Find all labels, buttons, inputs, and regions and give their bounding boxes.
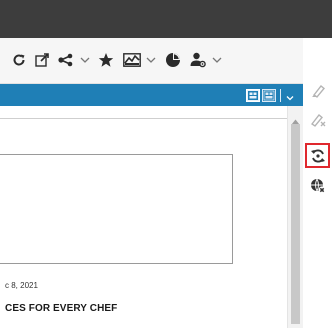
article-headline[interactable]: CES FOR EVERY CHEF [5, 303, 117, 314]
view-controls [246, 87, 298, 103]
analytics-icon[interactable] [121, 48, 143, 72]
user-settings-icon[interactable] [188, 48, 208, 72]
toolbar [0, 38, 332, 84]
vertical-scrollbar[interactable] [287, 106, 303, 328]
analytics-chevron-down-icon[interactable] [145, 52, 157, 68]
scroll-thumb[interactable] [291, 124, 300, 324]
title-bar [0, 0, 332, 38]
favorite-star-icon[interactable] [96, 48, 116, 72]
panel-header [0, 84, 303, 106]
share-chevron-down-icon[interactable] [79, 52, 91, 68]
globe-off-icon[interactable] [305, 173, 330, 198]
app-window: c 8, 2021 CES FOR EVERY CHEF [0, 0, 332, 328]
layout-view-icon[interactable] [246, 88, 260, 102]
user-chevron-down-icon[interactable] [211, 52, 223, 68]
sync-icon[interactable] [305, 143, 330, 168]
image-frame [0, 154, 233, 264]
open-external-icon[interactable] [33, 48, 51, 72]
pie-chart-icon[interactable] [163, 48, 183, 72]
article-date: c 8, 2021 [5, 281, 38, 290]
view-separator [280, 88, 281, 102]
eraser-icon[interactable] [305, 106, 330, 131]
grid-view-icon[interactable] [262, 88, 276, 102]
view-chevron-down-icon[interactable] [285, 90, 295, 101]
highlighter-icon[interactable] [305, 78, 330, 103]
content-divider [0, 118, 288, 119]
share-icon[interactable] [57, 48, 75, 72]
refresh-icon[interactable] [10, 48, 28, 72]
right-sidebar [303, 38, 332, 328]
